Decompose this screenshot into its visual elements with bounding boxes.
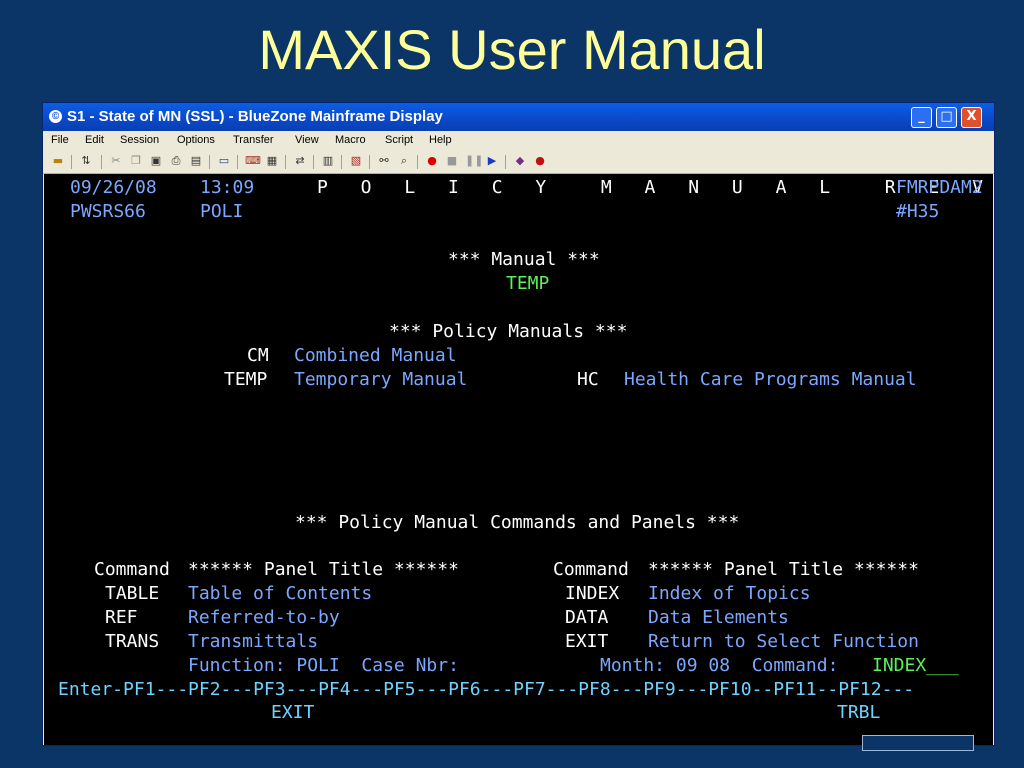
manual-name-cm: Combined Manual [294,345,457,366]
toolbar-divider [101,155,102,169]
close-button[interactable]: X [961,107,982,128]
column-header-command: Command [553,559,629,580]
time-field: 13:09 [200,177,255,198]
command-exit: EXIT [565,631,609,652]
play-icon[interactable]: ▶ [485,154,499,168]
toolbar-divider [341,155,342,169]
keyboard-icon[interactable]: ⌨ [245,154,261,168]
column-header-panel-title: ****** Panel Title ****** [188,559,459,580]
apple-icon[interactable]: ● [533,154,547,168]
menu-edit[interactable]: Edit [85,134,104,146]
window-titlebar[interactable]: © S1 - State of MN (SSL) - BlueZone Main… [43,103,994,131]
menu-session[interactable]: Session [120,134,159,146]
panel-title-trans: Transmittals [188,631,319,652]
manual-code-temp: TEMP [224,369,268,390]
connect-icon[interactable]: ▬ [51,154,65,168]
command-input[interactable]: INDEX___ [872,655,959,677]
panel-title-index: Index of Topics [648,583,811,604]
command-data: DATA [565,607,609,628]
toolbar-divider [71,155,72,169]
file-transfer-icon[interactable]: ⇄ [293,154,307,168]
panel-title-exit: Return to Select Function [648,631,919,652]
print-screen-icon[interactable]: ▤ [189,154,203,168]
keypad-icon[interactable]: ▦ [265,154,279,168]
cut-icon[interactable]: ✂ [109,154,123,168]
command-trans: TRANS [105,631,160,652]
function-field: POLI [200,201,244,222]
month-command-line: Month: 09 08 Command: [600,655,839,676]
pf3-label: EXIT [271,702,315,723]
maximize-button[interactable]: □ [936,107,957,128]
toolbar-divider [313,155,314,169]
manual-code-hc: HC [577,369,599,390]
panel-title-data: Data Elements [648,607,789,628]
toolbar-divider [209,155,210,169]
menu-macro[interactable]: Macro [335,134,366,146]
toolbar-divider [237,155,238,169]
command-index: INDEX [565,583,620,604]
disconnect-icon[interactable]: ⇅ [79,154,93,168]
terminal-screen[interactable]: 09/26/08 13:09 P O L I C Y M A N U A L R… [44,174,993,745]
toolbar-divider [505,155,506,169]
column-header-command: Command [94,559,170,580]
zoom-icon[interactable]: ⌕ [397,154,411,168]
book-icon[interactable]: ◆ [513,154,527,168]
record-icon[interactable]: ● [425,154,439,168]
terminal-id: #H35 [896,201,940,222]
paste-icon[interactable]: ▣ [149,154,163,168]
menu-options[interactable]: Options [177,134,215,146]
screen-title: P O L I C Y M A N U A L R E V I E W [317,177,993,198]
menu-script[interactable]: Script [385,134,413,146]
menu-transfer[interactable]: Transfer [233,134,274,146]
menu-view[interactable]: View [295,134,319,146]
toolbar: ▬ ⇅ ✂ ❐ ▣ ⎙ ▤ ▭ ⌨ ▦ ⇄ ▥ ▧ ⚯ ⌕ ● ■ ❚❚ ▶ ◆… [43,151,994,174]
commands-header: *** Policy Manual Commands and Panels **… [295,512,740,533]
function-case-line[interactable]: Function: POLI Case Nbr: [188,655,459,677]
manual-code-cm: CM [247,345,269,366]
slide-title: MAXIS User Manual [258,18,766,81]
menu-help[interactable]: Help [429,134,452,146]
pause-icon[interactable]: ❚❚ [465,154,483,168]
manual-name-temp: Temporary Manual [294,369,468,390]
column-header-panel-title: ****** Panel Title ****** [648,559,919,580]
stop-icon[interactable]: ■ [445,154,459,168]
print-icon[interactable]: ⎙ [169,154,183,168]
toolbar-divider [285,155,286,169]
macro-icon[interactable]: ▧ [349,154,363,168]
minimize-button[interactable]: _ [911,107,932,128]
date-field: 09/26/08 [70,177,157,198]
find-icon[interactable]: ⚯ [377,154,391,168]
pf11-label: TRBL [837,702,881,723]
menu-file[interactable]: File [51,134,69,146]
logo [862,735,974,751]
bluezone-app-icon[interactable]: © [49,110,62,123]
toolbar-divider [369,155,370,169]
display-icon[interactable]: ▭ [217,154,231,168]
clipboard-icon[interactable]: ▥ [321,154,335,168]
panel-title-table: Table of Contents [188,583,373,604]
copy-icon[interactable]: ❐ [129,154,143,168]
window-title: S1 - State of MN (SSL) - BlueZone Mainfr… [67,108,443,125]
manual-name-hc: Health Care Programs Manual [624,369,917,390]
user-id: PWSRS66 [70,201,146,222]
manual-value: TEMP [506,273,550,294]
command-table: TABLE [105,583,160,604]
toolbar-divider [417,155,418,169]
panel-title-ref: Referred-to-by [188,607,340,628]
policy-manuals-header: *** Policy Manuals *** [389,321,628,342]
manual-header: *** Manual *** [448,249,600,270]
pf-key-line[interactable]: Enter-PF1---PF2---PF3---PF4---PF5---PF6-… [58,679,914,701]
command-ref: REF [105,607,138,628]
menu-bar: File Edit Session Options Transfer View … [43,131,994,151]
bluezone-window: © S1 - State of MN (SSL) - BlueZone Main… [42,102,995,746]
screen-id: FMRPDAM2 [896,177,983,198]
